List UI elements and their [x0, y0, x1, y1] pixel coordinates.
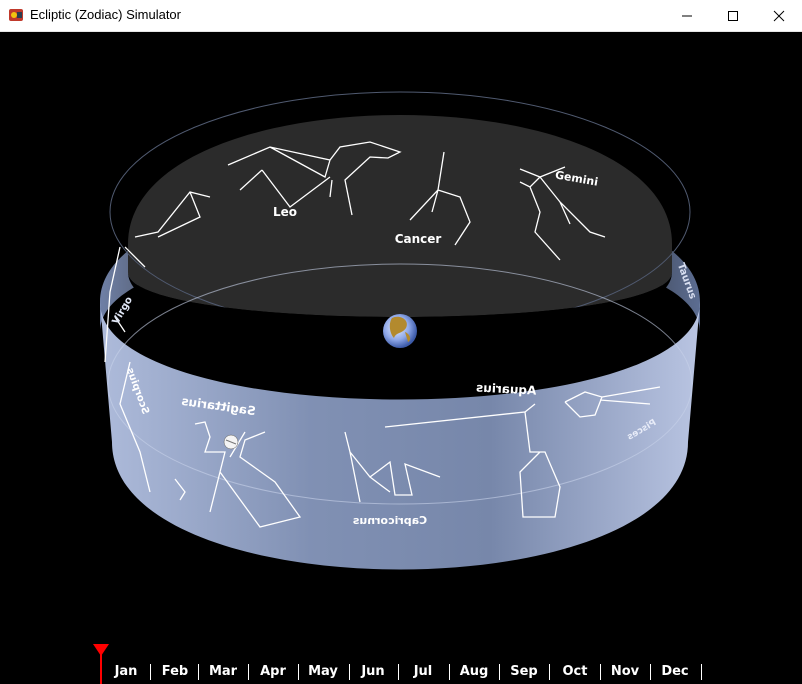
- month-sep[interactable]: Sep: [500, 664, 548, 679]
- timeline-tick: [549, 664, 550, 680]
- month-dec[interactable]: Dec: [651, 664, 699, 679]
- month-jul[interactable]: Jul: [399, 664, 447, 679]
- close-button[interactable]: [756, 0, 802, 31]
- app-window: Ecliptic (Zodiac) Simulator Leo Cancer G…: [0, 0, 802, 684]
- month-nov[interactable]: Nov: [601, 664, 649, 679]
- app-icon: [9, 9, 23, 21]
- month-jun[interactable]: Jun: [349, 664, 397, 679]
- window-title: Ecliptic (Zodiac) Simulator: [30, 7, 181, 22]
- band-inner-back: [128, 115, 672, 317]
- month-timeline[interactable]: Jan Feb Mar Apr May Jun Jul Aug Sep Oct …: [0, 638, 802, 684]
- label-aquarius: Aquarius: [476, 380, 537, 397]
- minimize-icon: [682, 15, 692, 16]
- earth-icon[interactable]: [383, 314, 417, 348]
- zodiac-scene[interactable]: Leo Cancer Gemini Taurus Virgo Sagittari…: [0, 32, 802, 684]
- sun-icon[interactable]: [223, 434, 239, 450]
- month-oct[interactable]: Oct: [551, 664, 599, 679]
- minimize-button[interactable]: [664, 0, 710, 31]
- maximize-icon: [728, 10, 738, 21]
- timeline-tick: [701, 664, 702, 680]
- ecliptic-band-view[interactable]: Leo Cancer Gemini Taurus Virgo Sagittari…: [0, 32, 802, 638]
- month-feb[interactable]: Feb: [151, 664, 199, 679]
- label-cancer: Cancer: [395, 232, 442, 246]
- label-leo: Leo: [273, 205, 297, 219]
- label-capricornus: Capricornus: [352, 514, 427, 527]
- month-mar[interactable]: Mar: [199, 664, 247, 679]
- maximize-button[interactable]: [710, 0, 756, 31]
- close-icon: [773, 10, 785, 21]
- title-bar[interactable]: Ecliptic (Zodiac) Simulator: [0, 0, 802, 32]
- month-apr[interactable]: Apr: [249, 664, 297, 679]
- month-jan[interactable]: Jan: [102, 664, 150, 679]
- month-may[interactable]: May: [299, 664, 347, 679]
- month-aug[interactable]: Aug: [450, 664, 498, 679]
